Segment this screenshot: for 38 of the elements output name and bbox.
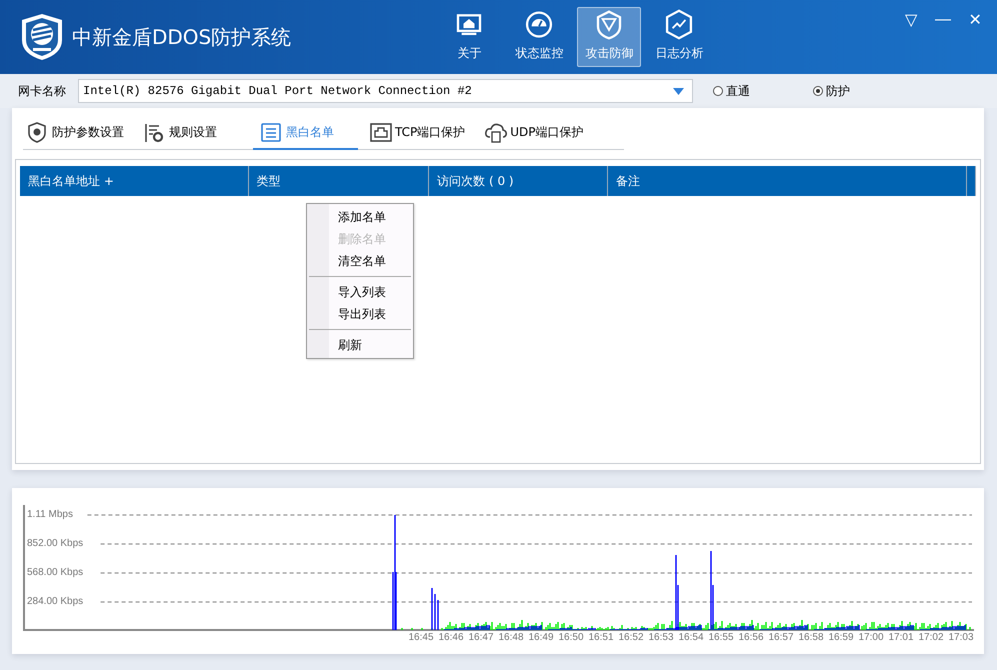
axis-label: 284.00 Kbps	[27, 595, 84, 609]
dropdown-arrow-icon	[673, 88, 684, 94]
axis-label: 568.00 Kbps	[27, 566, 84, 580]
nav-button[interactable]: 状态监控	[507, 7, 572, 67]
nav-button[interactable]: 攻击防御	[577, 7, 642, 67]
minimize-button[interactable]: —	[929, 8, 957, 32]
radio-label: 防护	[826, 82, 850, 100]
column-header[interactable]: 备注	[608, 166, 967, 196]
axis-label: 852.00 Kbps	[27, 537, 84, 551]
nav-button[interactable]: 关于	[437, 7, 502, 67]
menu-item[interactable]: 导出列表	[307, 303, 413, 325]
shield-logo-icon	[20, 12, 64, 62]
radio-button[interactable]	[713, 86, 723, 96]
menu-item[interactable]: 添加名单	[307, 206, 413, 228]
tab[interactable]: 防护参数设置	[23, 116, 132, 150]
tab[interactable]: TCP端口保护	[366, 116, 474, 150]
radio-option[interactable]: 防护	[813, 82, 913, 100]
field-label: 网卡名称	[18, 82, 67, 100]
menu-item[interactable]: 清空名单	[307, 250, 413, 272]
menu-item[interactable]: 导入列表	[307, 281, 413, 303]
list-icon	[261, 122, 283, 142]
radio-label: 直通	[726, 82, 750, 100]
cloud-icon	[485, 122, 508, 142]
column-header[interactable]: 黑白名单地址 +	[20, 166, 249, 196]
radio-option[interactable]: 直通	[713, 82, 813, 100]
dropdown-button[interactable]: ▽	[897, 8, 925, 32]
tab[interactable]: 黑白名单	[253, 116, 358, 150]
column-header[interactable]: 访问次数 ( 0 )	[429, 166, 608, 196]
tab[interactable]: 规则设置	[140, 116, 225, 150]
adapter-dropdown[interactable]: Intel(R) 82576 Gigabit Dual Port Network Connection #2	[78, 79, 693, 103]
port-icon	[370, 122, 392, 142]
menu-item[interactable]: 刷新	[307, 334, 413, 356]
app-title: 中新金盾DDOS防护系统	[72, 24, 292, 50]
close-button[interactable]: ✕	[961, 8, 989, 32]
radio-button[interactable]	[813, 86, 823, 96]
tab[interactable]: UDP端口保护	[481, 116, 592, 150]
column-header[interactable]: 类型	[248, 166, 430, 196]
nav-button[interactable]: 日志分析	[647, 7, 712, 67]
